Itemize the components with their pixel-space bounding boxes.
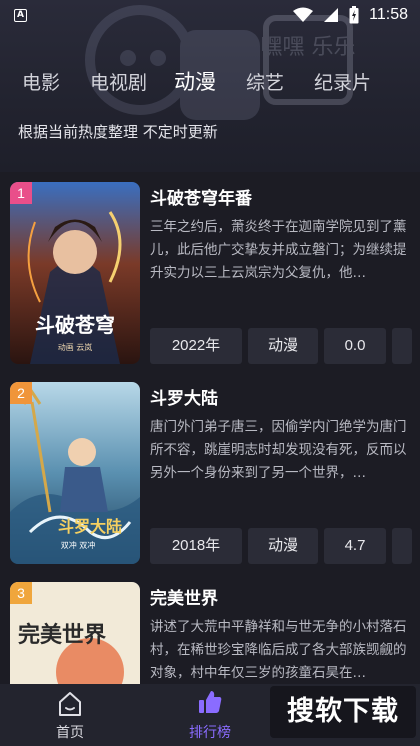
ranking-item[interactable]: 斗破苍穹 动画 云岚 1 斗破苍穹年番 三年之约后，萧炎终于在迦南学院见到了薰儿… [10,172,420,364]
nav-home[interactable]: 首页 [20,684,120,746]
battery-icon [349,6,359,24]
tab-documentary[interactable]: 纪录片 [314,68,371,95]
item-meta: 2022年 动漫 0.0 [150,328,412,364]
nav-ranking-label: 排行榜 [189,725,231,741]
item-description: 讲述了大荒中平静祥和与世无争的小村落石村，在稀世珍宝降临后成了各大部族觊觎的对象… [150,619,407,681]
year-chip: 2018年 [150,528,242,564]
ranking-list[interactable]: 斗破苍穹 动画 云岚 1 斗破苍穹年番 三年之约后，萧炎终于在迦南学院见到了薰儿… [0,172,420,684]
ranking-item[interactable]: 斗罗大陆 双冲 双冲 2 斗罗大陆 唐门外门弟子唐三，因偷学内门绝学为唐门所不容… [10,372,420,564]
tab-movie[interactable]: 电影 [22,68,60,95]
status-bar: A 11:58 [0,0,420,30]
poster-image[interactable]: 完美世界 3 [10,582,140,684]
signal-icon [324,8,339,22]
svg-text:嘿嘿 乐乐: 嘿嘿 乐乐 [261,35,356,60]
poster-title-text: 斗罗大陆 [58,517,122,536]
item-description: 三年之约后，萧炎终于在迦南学院见到了薰儿，此后他广交挚友并成立磐门；为继续提升实… [150,219,407,281]
wifi-icon [293,7,314,22]
poster-image[interactable]: 斗破苍穹 动画 云岚 1 [10,182,140,364]
poster-title-text: 斗破苍穹 [35,313,115,337]
score-chip: 0.0 [324,328,386,364]
poster-subtitle-text: 双冲 双冲 [61,540,96,550]
watermark: 搜软下载 [270,686,416,738]
ranking-item[interactable]: 完美世界 3 完美世界 讲述了大荒中平静祥和与世无争的小村落石村，在稀世珍宝降临… [10,572,420,684]
genre-chip: 动漫 [248,528,318,564]
year-chip: 2022年 [150,328,242,364]
poster-title-text: 完美世界 [18,622,106,648]
rank-badge: 1 [10,182,32,204]
item-title[interactable]: 完美世界 [150,584,218,609]
item-description: 唐门外门弟子唐三，因偷学内门绝学为唐门所不容，跳崖明志时却发现没有死，反而以另外… [150,419,407,481]
home-icon [59,692,81,716]
extra-chip [392,528,412,564]
thumbs-up-icon [199,691,222,713]
rank-badge: 2 [10,382,32,404]
tab-tv[interactable]: 电视剧 [90,68,147,95]
genre-chip: 动漫 [248,328,318,364]
item-title[interactable]: 斗罗大陆 [150,384,218,409]
ranking-subtitle: 根据当前热度整理 不定时更新 [18,123,218,141]
nav-ranking[interactable]: 排行榜 [160,684,260,746]
tab-variety[interactable]: 综艺 [246,68,284,95]
tab-anime[interactable]: 动漫 [174,66,216,96]
poster-image[interactable]: 斗罗大陆 双冲 双冲 2 [10,382,140,564]
poster-subtitle-text: 动画 云岚 [58,342,93,352]
rank-badge: 3 [10,582,32,604]
category-tabs: 电影 电视剧 动漫 综艺 纪录片 [0,68,420,100]
app-notification-icon: A [14,8,27,22]
nav-home-label: 首页 [56,725,84,741]
status-time: 11:58 [369,6,408,23]
item-title[interactable]: 斗破苍穹年番 [150,184,252,209]
item-meta: 2018年 动漫 4.7 [150,528,412,564]
extra-chip [392,328,412,364]
score-chip: 4.7 [324,528,386,564]
